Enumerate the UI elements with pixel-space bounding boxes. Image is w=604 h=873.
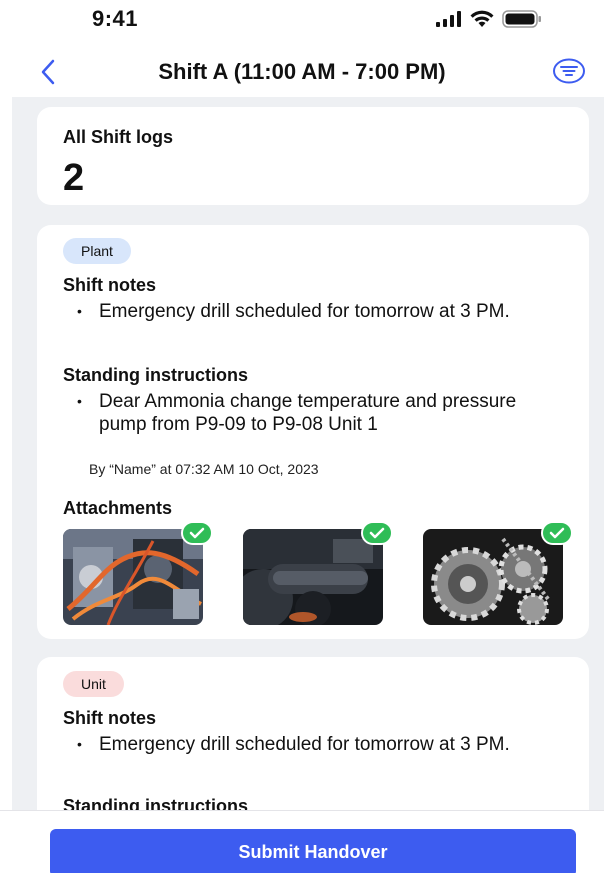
shift-log-card[interactable]: Unit Shift notes Emergency drill schedul… [37, 657, 589, 810]
check-icon [541, 521, 573, 545]
submit-handover-button[interactable]: Submit Handover [50, 829, 576, 873]
attachment-thumbnail[interactable] [63, 529, 203, 625]
engine-photo [63, 529, 203, 625]
signal-icon [436, 11, 461, 27]
category-badge: Plant [63, 238, 131, 264]
machinery-photo [243, 529, 383, 625]
attachment-thumbnail[interactable] [243, 529, 383, 625]
attachment-thumbnail[interactable] [423, 529, 563, 625]
gears-photo [423, 529, 563, 625]
wifi-icon [470, 10, 494, 27]
log-byline: By “Name” at 07:32 AM 10 Oct, 2023 [89, 461, 319, 477]
filter-icon [553, 58, 585, 84]
attachments-title: Attachments [63, 498, 173, 518]
nav-bar: Shift A (11:00 AM - 7:00 PM) [0, 50, 604, 94]
status-bar: 9:41 [0, 0, 604, 44]
shift-log-card[interactable]: Plant Shift notes Emergency drill schedu… [37, 225, 589, 639]
status-icons [436, 10, 542, 28]
standing-instructions-title: Standing instructions [63, 365, 249, 385]
standing-instruction-item: Dear Ammonia change temperature and pres… [77, 390, 557, 436]
summary-count: 2 [63, 157, 85, 199]
page-title: Shift A (11:00 AM - 7:00 PM) [158, 59, 446, 84]
category-badge: Unit [63, 671, 124, 697]
filter-button[interactable] [552, 58, 586, 84]
attachments-row [63, 521, 573, 629]
shift-notes-title: Shift notes [63, 275, 156, 295]
status-time: 9:41 [92, 6, 139, 31]
shift-note-item: Emergency drill scheduled for tomorrow a… [77, 733, 557, 756]
check-icon [361, 521, 393, 545]
check-icon [181, 521, 213, 545]
shift-notes-title: Shift notes [63, 708, 156, 728]
summary-card: All Shift logs 2 [37, 107, 589, 205]
shift-log-list[interactable]: All Shift logs 2 Plant Shift notes Emerg… [12, 97, 604, 810]
bottom-action-bar: Submit Handover [0, 810, 604, 873]
standing-instructions-title: Standing instructions [63, 796, 249, 810]
shift-note-item: Emergency drill scheduled for tomorrow a… [77, 300, 557, 323]
summary-label: All Shift logs [63, 127, 173, 147]
battery-icon [502, 10, 541, 28]
